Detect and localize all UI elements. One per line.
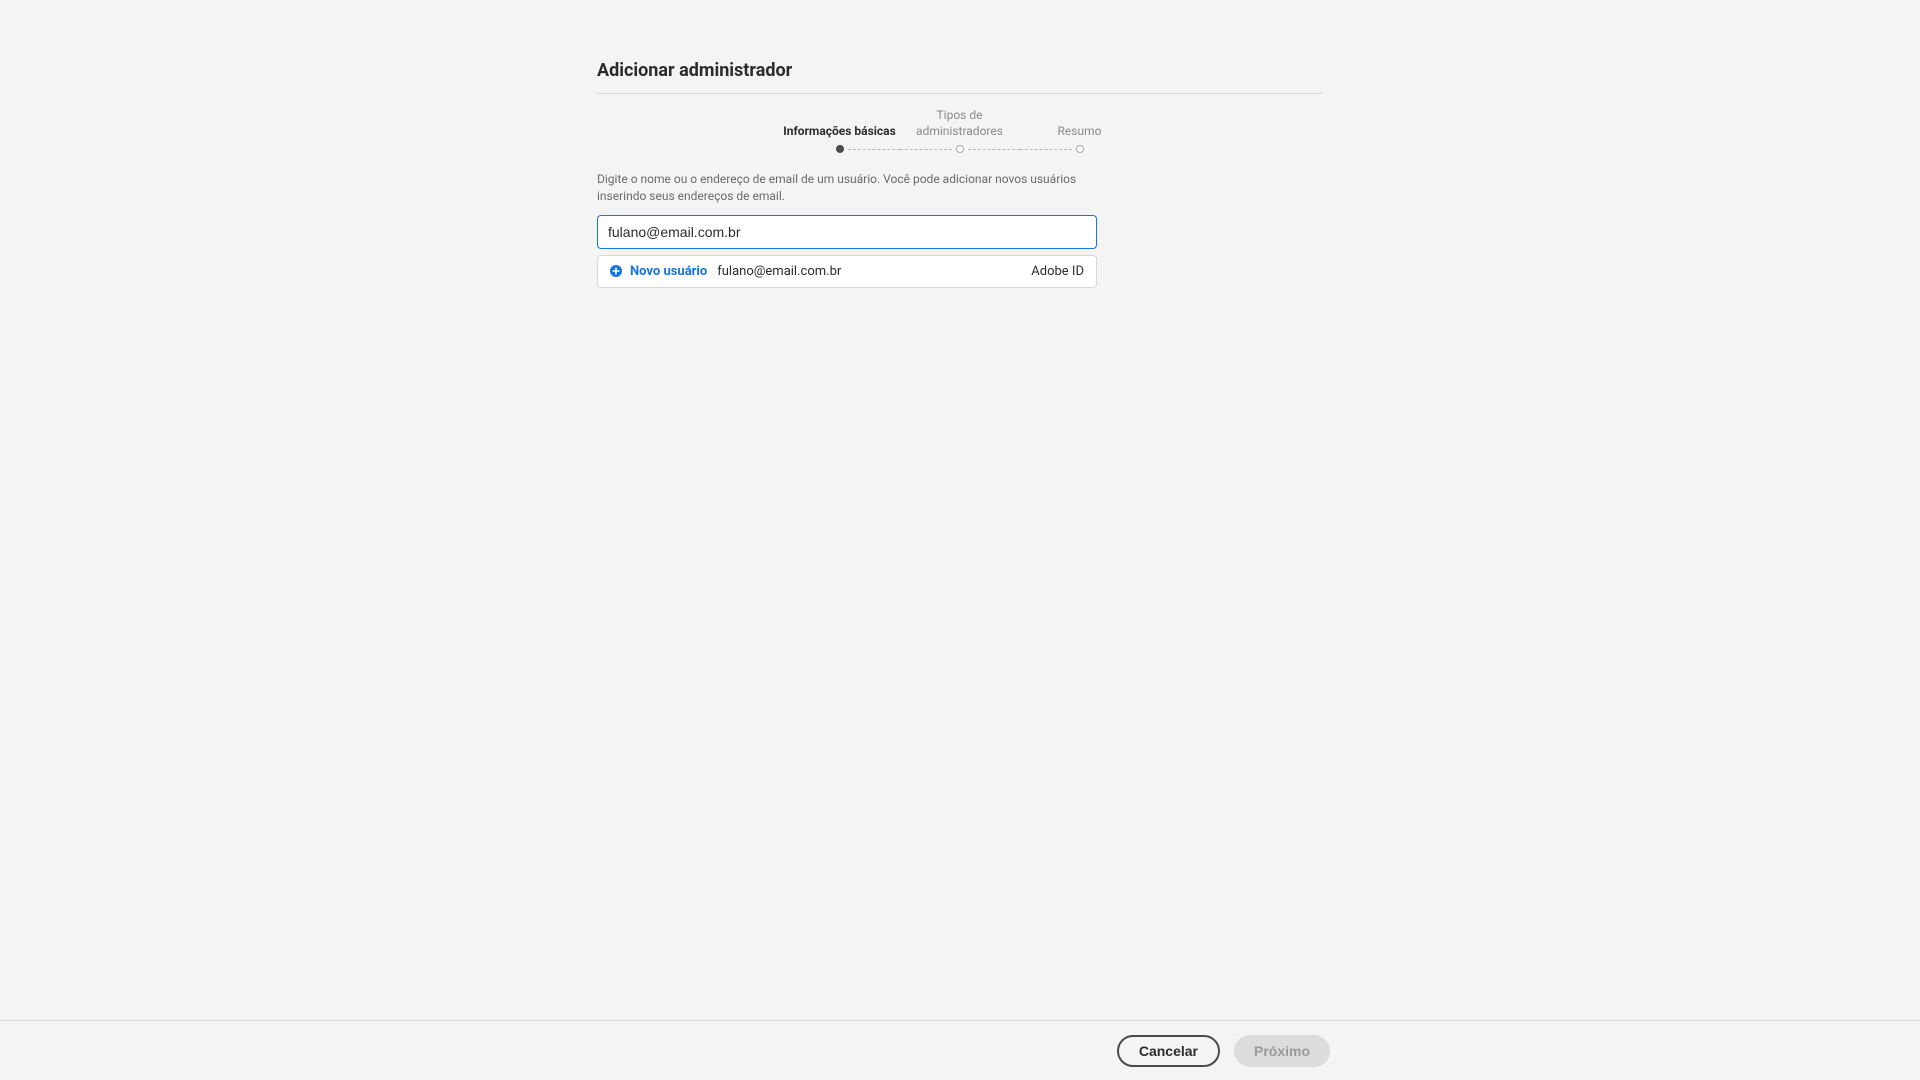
step-basic-info: Informações básicas — [780, 124, 900, 154]
step-summary: Resumo — [1020, 124, 1140, 154]
input-area: Novo usuário fulano@email.com.br Adobe I… — [597, 215, 1097, 288]
content-panel: Adicionar administrador Informações bási… — [597, 60, 1322, 288]
step-line — [848, 149, 900, 150]
step-dot — [1076, 145, 1084, 153]
id-type-label: Adobe ID — [1031, 264, 1084, 279]
step-dot-row — [900, 145, 1020, 153]
modal-title: Adicionar administrador — [597, 60, 1322, 93]
email-input[interactable] — [597, 215, 1097, 249]
step-line — [1020, 149, 1072, 150]
step-admin-types: Tipos de administradores — [900, 108, 1020, 153]
step-label: Tipos de administradores — [900, 108, 1020, 139]
plus-circle-icon — [610, 265, 622, 277]
step-dot-row — [1020, 145, 1140, 153]
title-divider — [597, 93, 1322, 94]
instructions-text: Digite o nome ou o endereço de email de … — [597, 171, 1097, 205]
step-label: Resumo — [1058, 124, 1102, 140]
suggestion-item-new-user[interactable]: Novo usuário fulano@email.com.br Adobe I… — [598, 256, 1096, 287]
step-dot — [956, 145, 964, 153]
step-line — [968, 149, 1020, 150]
new-user-label: Novo usuário — [630, 264, 707, 279]
stepper: Informações básicas Tipos de administrad… — [597, 108, 1322, 153]
step-label: Informações básicas — [783, 124, 896, 140]
footer-bar: Cancelar Próximo — [0, 1020, 1920, 1080]
next-button[interactable]: Próximo — [1234, 1035, 1330, 1067]
step-dot — [836, 145, 844, 153]
suggested-email: fulano@email.com.br — [717, 264, 841, 279]
suggestion-list: Novo usuário fulano@email.com.br Adobe I… — [597, 255, 1097, 288]
step-line — [900, 149, 952, 150]
step-dot-row — [780, 145, 900, 153]
modal-container: Adicionar administrador Informações bási… — [0, 0, 1920, 1080]
cancel-button[interactable]: Cancelar — [1117, 1035, 1220, 1067]
